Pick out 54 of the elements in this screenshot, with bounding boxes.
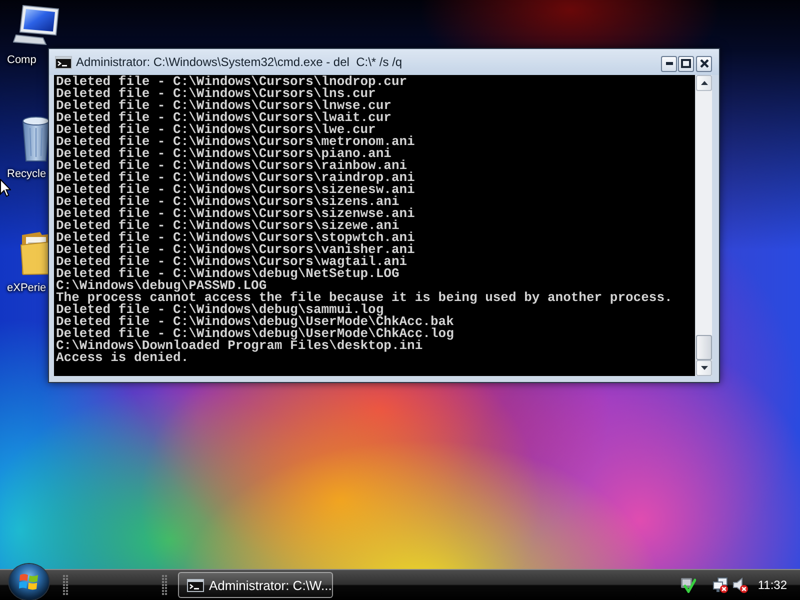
minimize-button[interactable] [661, 56, 677, 72]
maximize-icon [681, 59, 691, 68]
console-line: Deleted file - C:\Windows\debug\UserMode\ChkAcc.log [56, 328, 455, 340]
console-line: Deleted file - C:\Windows\Cursors\sizenwse.ani [56, 208, 416, 220]
grip-icon[interactable] [63, 574, 69, 596]
computer-icon[interactable] [13, 5, 59, 45]
mouse-pointer-icon [0, 179, 11, 197]
checkmark-tile-icon[interactable] [680, 577, 696, 593]
console-line: C:\Windows\debug\PASSWD.LOG [56, 280, 267, 292]
desktop-icon-label[interactable]: eXPerie [7, 282, 46, 295]
close-icon [700, 59, 708, 68]
console-line: Deleted file - C:\Windows\Cursors\vanisher.ani [56, 244, 416, 256]
flag-icon [19, 573, 39, 591]
console-line: Deleted file - C:\Windows\debug\UserMode\ChkAcc.bak [56, 316, 455, 328]
desktop-icon-label[interactable]: Comp [7, 54, 36, 67]
console-line: Deleted file - C:\Windows\Cursors\rainbow.ani [56, 160, 408, 172]
console-line: Deleted file - C:\Windows\Cursors\sizenesw.ani [56, 184, 416, 196]
console-line: C:\Windows\Downloaded Program Files\desktop.ini [56, 340, 423, 352]
desktop-icon-label[interactable]: Recycle [7, 168, 46, 181]
caret-up-icon [700, 81, 708, 85]
clock[interactable]: 11:32 [758, 578, 787, 592]
caret-down-icon [700, 366, 708, 370]
console-line: Deleted file - C:\Windows\debug\sammui.log [56, 304, 384, 316]
console-icon [55, 56, 72, 68]
minimize-icon [666, 62, 672, 65]
console-line: Deleted file - C:\Windows\debug\NetSetup.LOG [56, 268, 400, 280]
window-title: Administrator: C:\Windows\System32\cmd.exe - del C:\* /s /q [76, 55, 402, 69]
console-line: Deleted file - C:\Windows\Cursors\lnodrop.cur [56, 76, 408, 88]
close-button[interactable] [696, 56, 712, 72]
console-line: Deleted file - C:\Windows\Cursors\wagtail.ani [56, 256, 408, 268]
scrollbar-thumb[interactable] [696, 335, 712, 360]
console-line: Access is denied. [56, 352, 190, 364]
console-line: Deleted file - C:\Windows\Cursors\stopwtch.ani [56, 232, 416, 244]
scroll-down-button[interactable] [696, 360, 712, 376]
network-icon[interactable] [712, 577, 728, 593]
console-line: Deleted file - C:\Windows\Cursors\piano.ani [56, 148, 392, 160]
scroll-up-button[interactable] [696, 75, 712, 91]
taskbar-button[interactable]: Administrator: C:\W... [178, 572, 333, 598]
maximize-button[interactable] [678, 56, 694, 72]
recycle-bin-icon[interactable] [22, 116, 50, 162]
console-line: Deleted file - C:\Windows\Cursors\lwait.cur [56, 112, 392, 124]
console-line: Deleted file - C:\Windows\Cursors\lns.cur [56, 88, 376, 100]
console-line: Deleted file - C:\Windows\Cursors\sizens.ani [56, 196, 400, 208]
speaker-icon[interactable] [732, 577, 748, 593]
console-line: Deleted file - C:\Windows\Cursors\sizewe.ani [56, 220, 400, 232]
grip-icon[interactable] [162, 574, 168, 596]
console-icon [187, 578, 204, 592]
console-line: The process cannot access the file because it is being used by another process. [56, 292, 674, 304]
start-button[interactable] [9, 564, 49, 600]
console-line: Deleted file - C:\Windows\Cursors\raindrop.ani [56, 172, 416, 184]
scrollbar-track[interactable] [695, 75, 712, 376]
console-line: Deleted file - C:\Windows\Cursors\lwe.cur [56, 124, 376, 136]
console-line: Deleted file - C:\Windows\Cursors\lnwse.cur [56, 100, 392, 112]
console-line: Deleted file - C:\Windows\Cursors\metronom.ani [56, 136, 416, 148]
